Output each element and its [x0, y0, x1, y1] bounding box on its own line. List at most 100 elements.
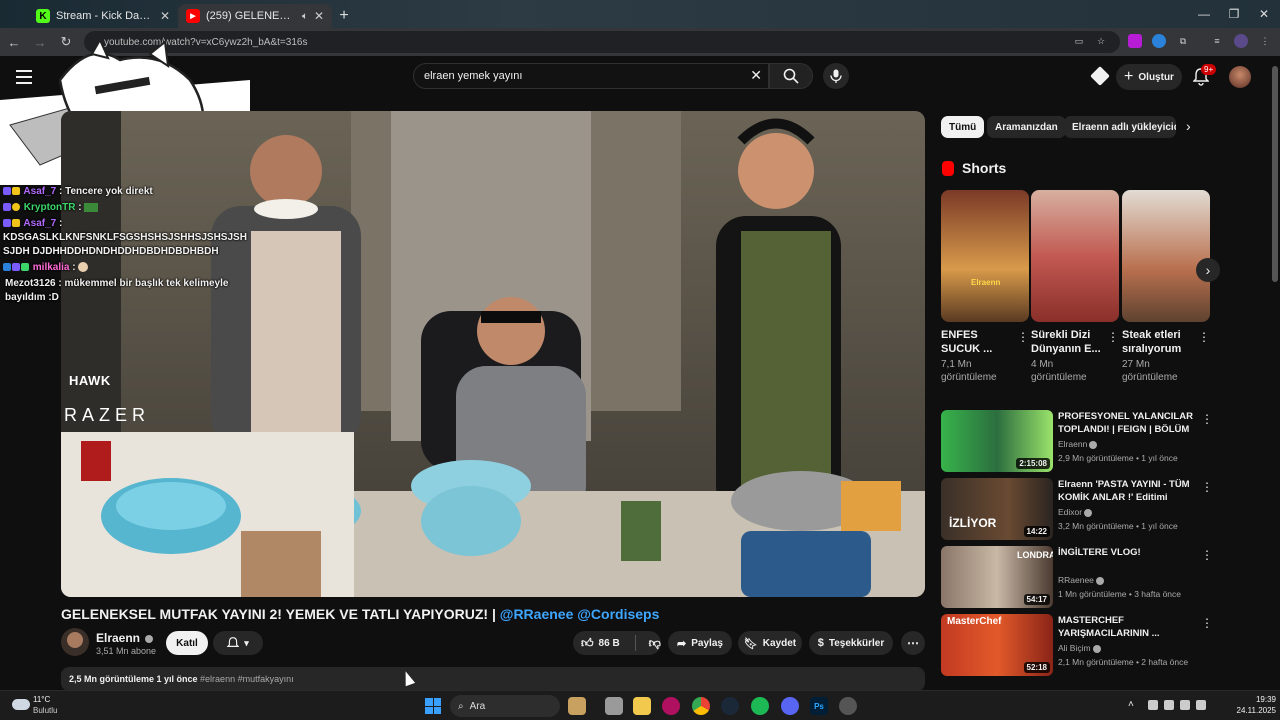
video-title-mentions[interactable]: @RRaenee @Cordiseps — [500, 606, 660, 622]
views-and-date: 2,5 Mn görüntüleme 1 yıl önce — [69, 674, 198, 684]
extension-icon[interactable] — [1128, 34, 1142, 48]
recommended-video[interactable]: MasterChef 52:18 MASTERCHEF YARIŞMACILAR… — [941, 614, 1213, 676]
more-actions-button[interactable]: ⋯ — [901, 631, 925, 655]
clock-time[interactable]: 19:39 — [1240, 695, 1276, 704]
chat-text: Tencere yok direkt — [65, 186, 153, 197]
clock-date[interactable]: 24.11.2025 — [1222, 706, 1276, 715]
close-window-button[interactable]: ✕ — [1248, 0, 1280, 28]
avatar[interactable] — [1229, 66, 1251, 88]
more-vert-icon[interactable]: ⋮ — [1017, 330, 1029, 344]
create-label: Oluştur — [1138, 71, 1174, 83]
recommended-video[interactable]: LONDRA 54:17 İNGİLTERE VLOG! RRaenee 1 M… — [941, 546, 1213, 608]
channel-name[interactable]: Edixor — [1058, 507, 1093, 517]
chevron-right-icon[interactable]: › — [1186, 118, 1191, 134]
chat-user: milkalia — [32, 262, 70, 273]
thanks-label: Teşekkürler — [828, 637, 885, 649]
more-vert-icon[interactable]: ⋮ — [1201, 616, 1213, 630]
file-explorer-icon[interactable] — [633, 697, 651, 715]
hashtags[interactable]: #elraenn #mutfakyayını — [200, 674, 294, 684]
chip-from-search[interactable]: Aramanızdan — [987, 116, 1066, 138]
short-card[interactable]: Sürekli Dizi Dünyanın E... 4 Mn görüntül… — [1031, 190, 1119, 384]
like-button[interactable]: 👍︎ 86 B — [581, 636, 620, 651]
profile-icon[interactable] — [1234, 34, 1248, 48]
short-card[interactable]: Elraenn ENFES SUCUK ... 7,1 Mn görüntüle… — [941, 190, 1029, 384]
voice-search-button[interactable] — [823, 63, 849, 89]
taskbar-app-icon[interactable] — [839, 697, 857, 715]
tab-youtube-video[interactable]: ▶ (259) GELENEKSEL MUTFAK 🔈︎ ✕ — [178, 4, 332, 28]
recommended-video[interactable]: İZLİYOR 14:22 Elraenn 'PASTA YAYINI - TÜ… — [941, 478, 1213, 540]
more-vert-icon[interactable]: ⋮ — [1198, 330, 1210, 344]
thumbs-up-icon: 👍︎ — [581, 635, 594, 650]
maximize-button[interactable]: ❐ — [1218, 0, 1250, 28]
short-card[interactable]: Steak etleri sıralıyorum 27 Mn görüntüle… — [1122, 190, 1210, 384]
recommended-video[interactable]: 2:15:08 PROFESYONEL YALANCILAR TOPLANDI!… — [941, 410, 1213, 472]
tab-kick-dashboard[interactable]: K Stream - Kick Dashboard ✕ — [28, 4, 178, 28]
chip-all[interactable]: Tümü — [941, 116, 985, 138]
thanks-button[interactable]: $ Teşekkürler — [809, 631, 893, 655]
duration-badge: 54:17 — [1023, 594, 1050, 605]
channel-avatar[interactable] — [61, 628, 89, 656]
chat-message: Mezot3126 : mükemmel bir başlık tek keli… — [5, 278, 229, 303]
dislike-button[interactable]: 👎︎ — [649, 636, 661, 651]
taskbar-app-icon[interactable] — [605, 697, 623, 715]
notifications-button[interactable]: 9+ — [1192, 64, 1217, 86]
shorts-next-button[interactable]: › — [1196, 258, 1220, 282]
share-button[interactable]: ➦ Paylaş — [668, 631, 732, 655]
taskbar-app-icon[interactable] — [662, 697, 680, 715]
more-vert-icon[interactable]: ⋮ — [1201, 548, 1213, 562]
taskbar-app-icon[interactable] — [568, 697, 586, 715]
channel-name[interactable]: Elraenn — [96, 631, 154, 645]
close-tab-icon[interactable]: ✕ — [160, 9, 170, 23]
badge-icon — [3, 263, 11, 272]
cast-icon[interactable]: ▭ — [1072, 34, 1086, 48]
bell-icon — [227, 636, 240, 647]
description-box[interactable]: 2,5 Mn görüntüleme 1 yıl önce #elraenn #… — [61, 667, 925, 691]
minimize-button[interactable]: — — [1188, 0, 1220, 28]
discord-icon[interactable] — [781, 697, 799, 715]
thanks-icon: $ — [817, 637, 824, 649]
tray-chevron-icon[interactable]: ˄ — [1128, 699, 1134, 710]
video-thumbnail: 2:15:08 — [941, 410, 1053, 472]
search-query: elraen yemek yayını — [424, 70, 523, 82]
start-button[interactable] — [425, 698, 441, 714]
hawk-logo-text: HAWK — [69, 373, 111, 388]
photoshop-icon[interactable]: Ps — [810, 697, 828, 715]
create-button[interactable]: + Oluştur — [1116, 64, 1182, 90]
channel-name[interactable]: Ali Biçim — [1058, 643, 1101, 653]
scrollbar[interactable] — [1272, 66, 1278, 282]
puzzle-icon[interactable]: ⧉ — [1176, 34, 1190, 48]
search-input[interactable]: elraen yemek yayını ✕ — [413, 63, 769, 89]
speaker-icon[interactable]: 🔈︎ — [302, 11, 308, 22]
spotify-icon[interactable] — [751, 697, 769, 715]
save-button[interactable]: 🔖︎ Kaydet — [738, 631, 802, 655]
more-vert-icon[interactable]: ⋮ — [1107, 330, 1119, 344]
search-button[interactable] — [769, 63, 813, 89]
chat-message: milkalia : — [0, 260, 260, 276]
extension-icon[interactable] — [1152, 34, 1166, 48]
media-icon[interactable]: ≡ — [1210, 34, 1224, 48]
chip-from-uploader[interactable]: Elraenn adlı yükleyiciden — [1064, 116, 1176, 138]
premium-icon[interactable] — [1090, 66, 1110, 86]
taskbar-search[interactable]: ⌕ Ara — [450, 695, 560, 717]
short-views: 4 Mn görüntüleme — [1031, 359, 1087, 383]
channel-name-text: Elraenn — [96, 631, 141, 645]
microphone-icon — [830, 69, 842, 83]
join-button[interactable]: Katıl — [166, 631, 208, 655]
steam-icon[interactable] — [721, 697, 739, 715]
chat-user: KryptonTR — [23, 202, 76, 213]
channel-name[interactable]: RRaenee — [1058, 575, 1104, 585]
channel-name[interactable]: Elraenn — [1058, 439, 1098, 449]
subscribe-bell-button[interactable]: ▾ — [213, 631, 263, 655]
shorts-heading: Shorts — [962, 160, 1007, 176]
new-tab-button[interactable]: + — [332, 4, 356, 28]
bookmark-star-icon[interactable]: ☆ — [1094, 34, 1108, 48]
short-thumbnail — [1031, 190, 1119, 322]
more-vert-icon[interactable]: ⋮ — [1201, 480, 1213, 494]
close-tab-icon[interactable]: ✕ — [314, 9, 324, 23]
menu-dots-icon[interactable]: ⋮ — [1258, 34, 1272, 48]
more-vert-icon[interactable]: ⋮ — [1201, 412, 1213, 426]
chrome-icon[interactable] — [692, 697, 710, 715]
thumb-overlay-text: İZLİYOR — [949, 516, 997, 530]
tray-icons[interactable] — [1148, 700, 1218, 712]
clear-search-icon[interactable]: ✕ — [750, 67, 762, 84]
